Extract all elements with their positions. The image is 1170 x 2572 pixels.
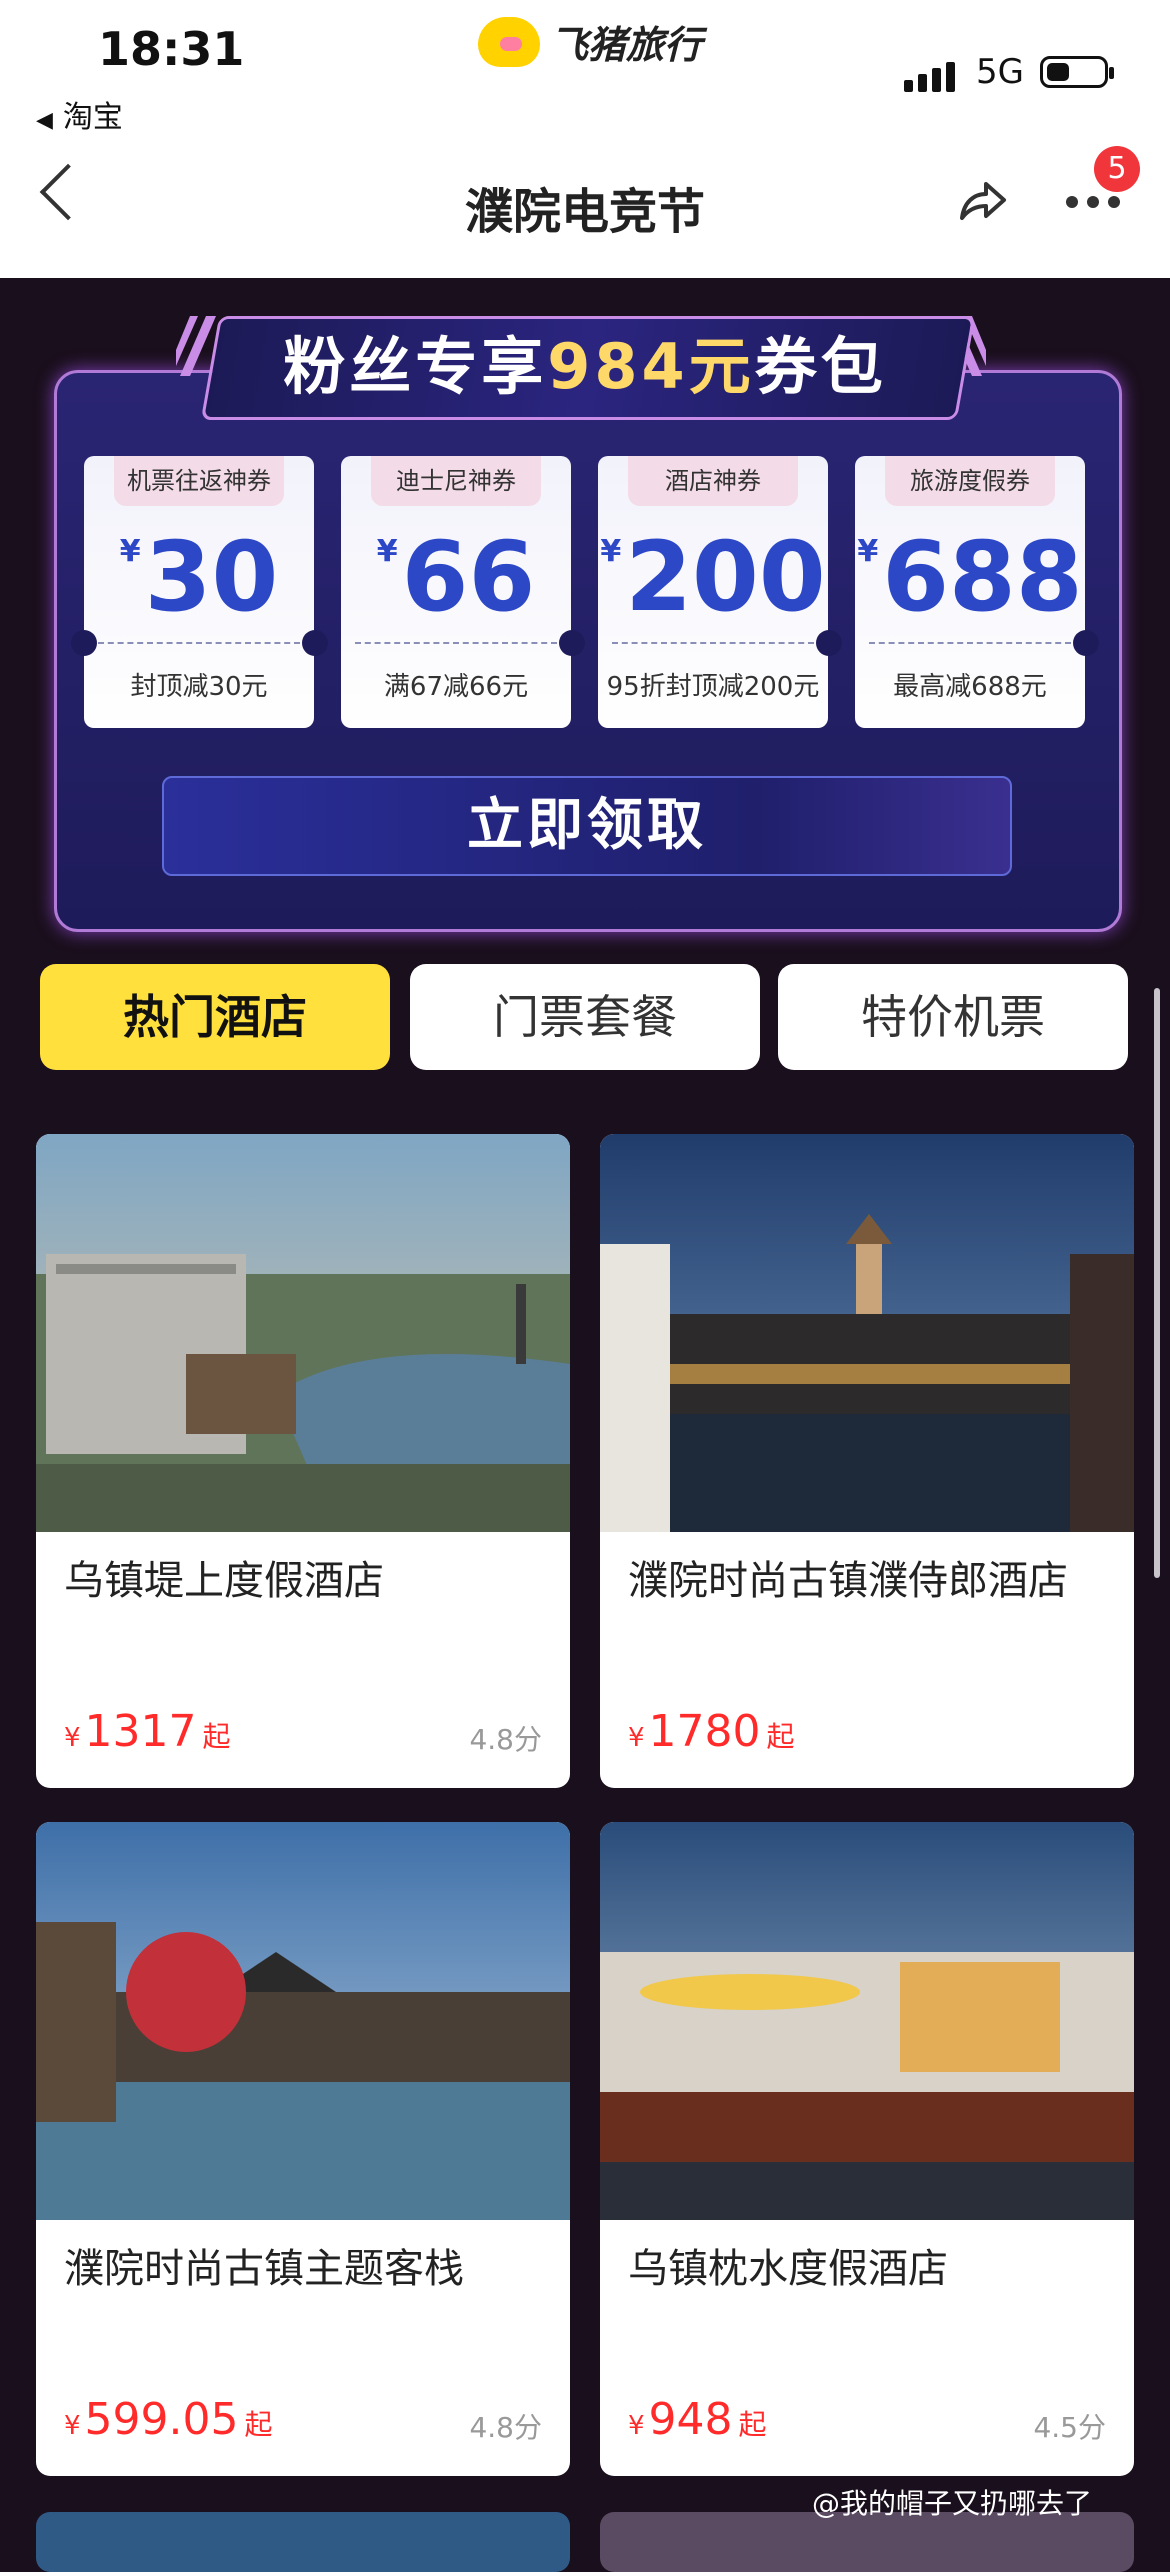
- claim-coupons-button[interactable]: 立即领取: [162, 776, 1012, 876]
- coupon-tag: 迪士尼神券: [371, 456, 541, 506]
- hotel-score: 4.8分: [469, 2411, 542, 2444]
- hotel-photo: [600, 1822, 1134, 2220]
- hotel-card[interactable]: 濮院时尚古镇濮侍郎酒店 ¥1780 起: [600, 1134, 1134, 1788]
- coupon-card[interactable]: 酒店神券 ¥200 95折封顶减200元: [598, 456, 828, 728]
- coupon-tag: 酒店神券: [628, 456, 798, 506]
- fliggy-logo-icon: [478, 16, 540, 67]
- hotel-photo: [36, 1134, 570, 1532]
- hotel-card[interactable]: 乌镇堤上度假酒店 ¥1317 起 4.8分: [36, 1134, 570, 1788]
- coupon-desc: 满67减66元: [383, 672, 529, 702]
- coupon-desc: 95折封顶减200元: [606, 672, 820, 702]
- hotel-price: ¥1780 起: [628, 1706, 795, 1757]
- more-menu-icon[interactable]: [1066, 196, 1120, 208]
- brand: 飞猪旅行: [478, 14, 702, 69]
- coupon-card[interactable]: 机票往返神券 ¥30 封顶减30元: [84, 456, 314, 728]
- hotel-name: 乌镇枕水度假酒店: [628, 2246, 948, 2292]
- hotel-card-partial[interactable]: [36, 2512, 570, 2572]
- back-triangle-icon: ◀: [36, 108, 53, 133]
- coupon-desc: 封顶减30元: [130, 672, 268, 702]
- coupon-tag: 机票往返神券: [114, 456, 284, 506]
- hotel-card[interactable]: 濮院时尚古镇主题客栈 ¥599.05 起 4.8分: [36, 1822, 570, 2476]
- coupon-amount: ¥66: [376, 521, 536, 633]
- coupon-desc: 最高减688元: [893, 672, 1047, 702]
- hotel-price: ¥1317 起: [64, 1706, 231, 1757]
- hotel-score: 4.5分: [1033, 2411, 1106, 2444]
- tab-ticket-packages[interactable]: 门票套餐: [410, 964, 760, 1070]
- hotel-name: 乌镇堤上度假酒店: [64, 1558, 384, 1604]
- coupon-tag: 旅游度假券: [885, 456, 1055, 506]
- hotel-price: ¥599.05 起: [64, 2394, 273, 2445]
- back-app-label: 淘宝: [62, 100, 123, 135]
- coupon-amount: ¥200: [600, 521, 826, 633]
- status-time: 18:31: [98, 22, 245, 76]
- hotel-price: ¥948 起: [628, 2394, 767, 2445]
- coupon-card[interactable]: 旅游度假券 ¥688 最高减688元: [855, 456, 1085, 728]
- coupon-banner-title: 粉丝专享984元券包: [283, 330, 887, 403]
- signal-icon: [904, 62, 955, 92]
- hotel-card[interactable]: 乌镇枕水度假酒店 ¥948 起 4.5分: [600, 1822, 1134, 2476]
- watermark: @我的帽子又扔哪去了: [812, 2487, 1093, 2520]
- tab-flight-deals[interactable]: 特价机票: [778, 964, 1128, 1070]
- top-bar: 18:31 ◀ 淘宝 飞猪旅行 5G 濮院电竞节 5: [0, 0, 1170, 278]
- notification-badge: 5: [1094, 146, 1140, 192]
- scrollbar[interactable]: [1154, 988, 1160, 1578]
- hotel-score: 4.8分: [469, 1723, 542, 1756]
- hotel-photo: [600, 1134, 1134, 1532]
- brand-name: 飞猪旅行: [550, 23, 703, 67]
- hotel-photo: [36, 1822, 570, 2220]
- share-icon[interactable]: [956, 178, 1008, 224]
- battery-icon: [1040, 56, 1114, 88]
- coupon-amount: ¥30: [119, 521, 279, 633]
- tab-hot-hotels[interactable]: 热门酒店: [40, 964, 390, 1070]
- coupon-card[interactable]: 迪士尼神券 ¥66 满67减66元: [341, 456, 571, 728]
- back-to-app-link[interactable]: ◀ 淘宝: [36, 92, 123, 136]
- hotel-name: 濮院时尚古镇主题客栈: [64, 2246, 464, 2292]
- coupon-amount: ¥688: [857, 521, 1083, 633]
- network-type: 5G: [976, 52, 1024, 92]
- hotel-name: 濮院时尚古镇濮侍郎酒店: [628, 1558, 1068, 1604]
